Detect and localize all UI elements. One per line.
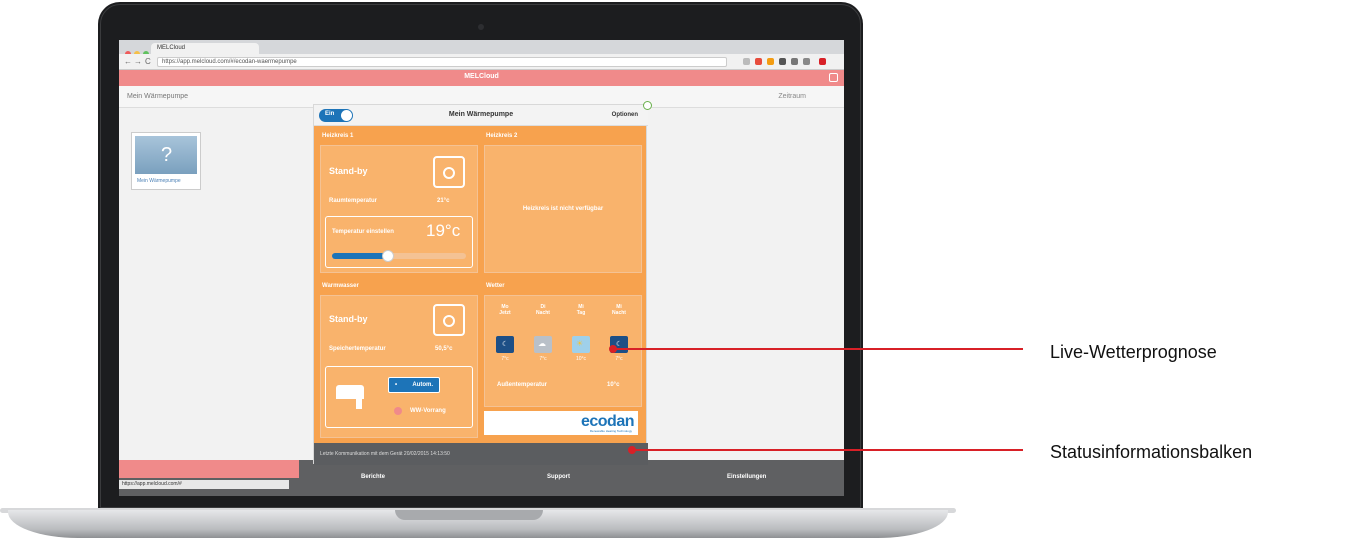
outdoor-temp-label: Außentemperatur (497, 382, 548, 388)
extension-icon[interactable] (791, 58, 798, 65)
tank-temp-label: Speichertemperatur (329, 346, 386, 352)
temp-slider-knob[interactable] (382, 250, 394, 262)
forecast-col-2: Di Nacht (531, 304, 555, 316)
app-header: MELCloud (119, 70, 844, 86)
auto-mode-label: Autom. (412, 382, 433, 388)
hotwater-title: Warmwasser (322, 283, 359, 289)
app-title: MELCloud (464, 73, 499, 80)
nav-support[interactable]: Support (547, 474, 570, 480)
star-icon[interactable] (743, 58, 750, 65)
unknown-device-icon: ? (161, 144, 173, 166)
cloud-icon: ☁ (534, 336, 552, 353)
logout-icon[interactable] (829, 73, 838, 82)
device-card-label: Mein Wärmepumpe (137, 178, 181, 184)
tank-temp-value: 50,5°c (435, 346, 453, 352)
nav-reports[interactable]: Berichte (361, 474, 385, 480)
zone2-panel: Heizkreis ist nicht verfügbar (484, 145, 642, 273)
forecast-col-1: Mo Jetzt (493, 304, 517, 316)
browser-address-bar: ← → C https://app.melcloud.com/#/ecodan-… (119, 54, 844, 70)
options-button[interactable]: Optionen (612, 112, 638, 118)
forecast-time: Tag (576, 310, 586, 316)
reload-icon[interactable]: C (145, 57, 151, 66)
boost-label: WW-Vorrang (410, 408, 446, 414)
stage: MELCloud ← → C https://app.melcloud.com/… (0, 0, 1361, 552)
device-card[interactable]: ? Mein Wärmepumpe (131, 132, 201, 190)
house-icon (433, 156, 465, 188)
modal-title: Mein Wärmepumpe (448, 111, 514, 118)
menu-icon[interactable] (819, 58, 826, 65)
browser-tab-title: MELCloud (157, 45, 186, 51)
forecast-col-3: Mi Tag (569, 304, 593, 316)
outdoor-temp-value: 10°c (607, 382, 620, 388)
back-icon[interactable]: ← (124, 57, 132, 66)
nav-settings[interactable]: Einstellungen (727, 474, 766, 480)
extension-icon[interactable] (755, 58, 762, 65)
extension-icon[interactable] (779, 58, 786, 65)
url-field[interactable]: https://app.melcloud.com/#/ecodan-waerme… (157, 57, 727, 67)
set-temp-label: Temperatur einstellen (332, 229, 394, 235)
laptop-base-notch (395, 510, 543, 520)
device-image: ? (135, 136, 197, 174)
browser-tab[interactable]: MELCloud (151, 43, 259, 54)
hotwater-state: Stand-by (329, 314, 368, 324)
callout-status: Statusinformationsbalken (1050, 442, 1253, 462)
status-bar: Letzte Kommunikation mit dem Gerät 20/02… (314, 443, 648, 465)
weather-title: Wetter (486, 283, 505, 289)
forecast-temp: 7°c (501, 356, 509, 362)
browser-tab-bar: MELCloud (119, 40, 844, 57)
bottom-nav-home[interactable] (119, 460, 299, 478)
device-modal: Ein Mein Wärmepumpe Optionen Heizkreis 1… (313, 101, 652, 465)
close-icon[interactable] (643, 101, 652, 110)
extension-icon[interactable] (767, 58, 774, 65)
weather-panel: Mo Jetzt Di Nacht Mi Tag Mi Nacht ☾ ☁ ☀ ☾ 7°… (484, 295, 642, 407)
hotwater-control-box: • Autom. WW-Vorrang (325, 366, 473, 428)
forecast-time: Nacht (612, 310, 626, 316)
forecast-temp: 7°c (615, 356, 623, 362)
room-temp-value: 21°c (437, 198, 450, 204)
zone1-title: Heizkreis 1 (322, 133, 354, 139)
water-tank-icon (433, 304, 465, 336)
forecast-col-4: Mi Nacht (607, 304, 631, 316)
boost-indicator[interactable] (394, 407, 402, 415)
zone2-title: Heizkreis 2 (486, 133, 518, 139)
ecodan-logo-tagline: Renewable Heating Technology (589, 429, 632, 433)
ecodan-logo: ecodan Renewable Heating Technology (484, 411, 638, 435)
modal-header: Ein Mein Wärmepumpe Optionen (314, 101, 652, 126)
zone1-panel: Stand-by Raumtemperatur 21°c Temperatur … (320, 145, 478, 273)
hotwater-panel: Stand-by Speichertemperatur 50,5°c • Aut… (320, 295, 478, 438)
forward-icon[interactable]: → (134, 57, 142, 66)
room-temp-label: Raumtemperatur (329, 198, 378, 204)
camera-icon (478, 24, 484, 30)
callout-line-status (632, 449, 1023, 451)
extension-icon[interactable] (803, 58, 810, 65)
auto-mode-button[interactable]: • Autom. (388, 377, 440, 393)
callout-line-weather (613, 348, 1023, 350)
forecast-time: Nacht (536, 310, 550, 316)
forecast-temp: 10°c (575, 356, 587, 362)
sun-cloud-icon: ☀ (572, 336, 590, 353)
device-group-label[interactable]: Mein Wärmepumpe (127, 93, 188, 100)
browser-status-url: https://app.melcloud.com/# (119, 480, 289, 489)
moon-icon: ☾ (496, 336, 514, 353)
zone2-message: Heizkreis ist nicht verfügbar (522, 206, 604, 212)
zone1-state: Stand-by (329, 166, 368, 176)
laptop-screen: MELCloud ← → C https://app.melcloud.com/… (119, 40, 844, 496)
timespan-link[interactable]: Zeitraum (778, 93, 806, 100)
faucet-spout (356, 399, 362, 409)
status-bar-text: Letzte Kommunikation mit dem Gerät 20/02… (320, 451, 450, 457)
auto-mode-dot: • (395, 382, 398, 388)
forecast-time: Jetzt (499, 310, 511, 316)
faucet-icon (336, 385, 364, 399)
set-temp-value: 19°c (426, 221, 461, 240)
forecast-temp: 7°c (539, 356, 547, 362)
callout-weather: Live-Wetterprognose (1050, 342, 1217, 362)
temp-slider-fill (332, 253, 388, 259)
set-temp-box: Temperatur einstellen 19°c (325, 216, 473, 268)
